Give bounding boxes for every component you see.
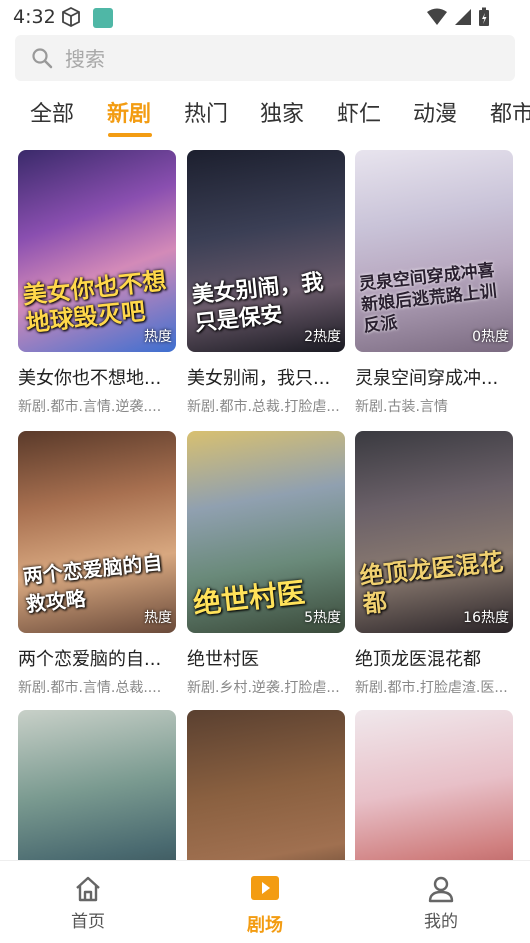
drama-title[interactable]: 美女你也不想地... [18,364,176,390]
battery-icon [478,7,490,31]
search-input[interactable] [63,35,487,83]
drama-poster[interactable] [355,710,513,860]
drama-title[interactable]: 绝顶龙医混花都 [355,645,513,671]
drama-card[interactable]: 两个恋爱脑的自救攻略 热度 两个恋爱脑的自... 新剧.都市.言情.总裁.... [18,431,176,697]
drama-tags: 新剧.都市.言情.逆袭.... [18,399,162,415]
drama-card[interactable] [187,710,345,860]
cube-icon [60,6,82,32]
tab-anime[interactable]: 动漫 [413,96,457,128]
drama-tags: 新剧.都市.言情.总裁.... [18,680,162,696]
drama-title[interactable]: 灵泉空间穿成冲... [355,364,513,390]
drama-poster[interactable]: 美女别闹，我只是保安 2热度 [187,150,345,352]
tab-exclusive[interactable]: 独家 [260,96,304,128]
play-icon [250,875,280,905]
drama-card[interactable]: 美女别闹，我只是保安 2热度 美女别闹，我只... 新剧.都市.总裁.打脸虐..… [187,150,345,416]
drama-tags: 新剧.乡村.逆袭.打脸虐... [187,680,340,696]
nav-theater-label: 剧场 [247,915,283,936]
search-bar[interactable] [15,35,515,83]
status-time: 4:32 [13,6,56,28]
tab-urban[interactable]: 都市 [490,96,530,128]
drama-card[interactable] [18,710,176,860]
nav-mine-label: 我的 [424,912,458,932]
wifi-icon [426,8,448,30]
status-bar: 4:32 [0,0,530,34]
drama-tags: 新剧.古装.言情 [355,399,448,415]
drama-poster[interactable]: 绝世村医 5热度 [187,431,345,633]
drama-tags: 新剧.都市.打脸虐渣.医... [355,680,508,696]
bottom-nav: 首页 剧场 我的 [0,860,530,943]
drama-title[interactable]: 绝世村医 [187,645,345,671]
drama-tags: 新剧.都市.总裁.打脸虐... [187,399,340,415]
tab-new-drama[interactable]: 新剧 [107,96,151,128]
tab-xiaren[interactable]: 虾仁 [337,96,381,128]
heat-badge: 2热度 [304,329,341,345]
drama-grid: 美女你也不想地球毁灭吧 热度 美女你也不想地... 新剧.都市.言情.逆袭...… [0,150,530,860]
app-notification-icon [93,8,113,28]
drama-poster[interactable] [18,710,176,860]
nav-home[interactable]: 首页 [28,861,148,943]
nav-theater[interactable]: 剧场 [205,861,325,943]
home-icon [73,875,103,907]
heat-badge: 16热度 [463,610,509,626]
drama-card[interactable]: 绝世村医 5热度 绝世村医 新剧.乡村.逆袭.打脸虐... [187,431,345,697]
drama-title[interactable]: 美女别闹，我只... [187,364,345,390]
drama-card[interactable]: 美女你也不想地球毁灭吧 热度 美女你也不想地... 新剧.都市.言情.逆袭...… [18,150,176,416]
active-tab-indicator [108,133,152,137]
heat-badge: 0热度 [472,329,509,345]
person-icon [427,875,455,907]
drama-poster[interactable] [187,710,345,860]
search-icon [31,47,53,73]
heat-badge: 热度 [144,610,172,626]
heat-badge: 热度 [144,329,172,345]
heat-badge: 5热度 [304,610,341,626]
drama-card[interactable]: 绝顶龙医混花都 16热度 绝顶龙医混花都 新剧.都市.打脸虐渣.医... [355,431,513,697]
drama-title[interactable]: 两个恋爱脑的自... [18,645,176,671]
signal-icon [454,8,472,30]
drama-poster[interactable]: 美女你也不想地球毁灭吧 热度 [18,150,176,352]
nav-home-label: 首页 [71,912,105,932]
category-tabs: 全部 新剧 热门 独家 虾仁 动漫 都市 [0,96,530,136]
drama-poster[interactable]: 绝顶龙医混花都 16热度 [355,431,513,633]
drama-card[interactable] [355,710,513,860]
drama-card[interactable]: 灵泉空间穿成冲喜新娘后逃荒路上训反派 0热度 灵泉空间穿成冲... 新剧.古装.… [355,150,513,416]
drama-poster[interactable]: 灵泉空间穿成冲喜新娘后逃荒路上训反派 0热度 [355,150,513,352]
nav-mine[interactable]: 我的 [381,861,501,943]
tab-hot[interactable]: 热门 [184,96,228,128]
tab-all[interactable]: 全部 [30,96,74,128]
drama-poster[interactable]: 两个恋爱脑的自救攻略 热度 [18,431,176,633]
